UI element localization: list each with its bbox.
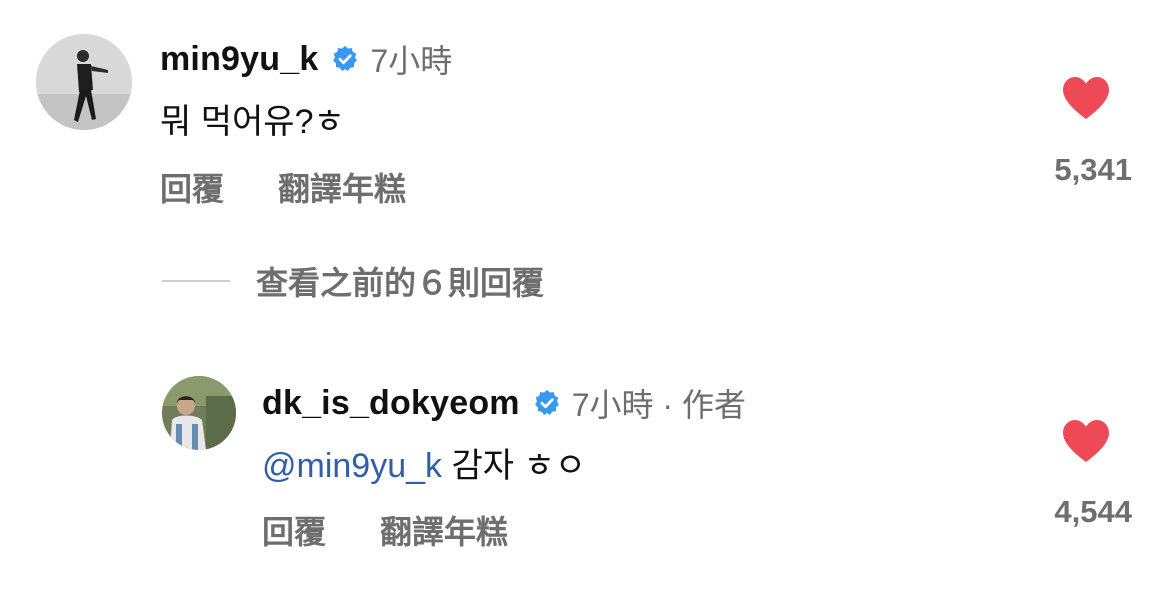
timestamp: 7小時 bbox=[370, 43, 453, 79]
mention-link[interactable]: @min9yu_k bbox=[262, 447, 442, 485]
heart-filled-icon[interactable] bbox=[1061, 418, 1111, 464]
like-count: 5,341 bbox=[1054, 152, 1132, 187]
view-previous-label: 查看之前的６則回覆 bbox=[256, 265, 545, 301]
verified-badge-icon bbox=[532, 388, 562, 418]
comment-text: 뭐 먹어유?ㅎ bbox=[160, 103, 345, 141]
username[interactable]: min9yu_k bbox=[160, 40, 318, 79]
heart-filled-icon[interactable] bbox=[1061, 75, 1111, 121]
reply-actions: 回覆 翻譯年糕 bbox=[262, 507, 508, 553]
view-previous-replies[interactable]: 查看之前的６則回覆 bbox=[162, 258, 544, 304]
like-count: 4,544 bbox=[1054, 494, 1132, 529]
comment-header: min9yu_k 7小時 bbox=[160, 36, 452, 82]
verified-badge-icon bbox=[330, 44, 360, 74]
comment-actions: 回覆 翻譯年糕 bbox=[160, 164, 406, 210]
translate-button[interactable]: 翻譯年糕 bbox=[380, 507, 508, 553]
translate-button[interactable]: 翻譯年糕 bbox=[278, 164, 406, 210]
reply-message: 감자 ㅎㅇ bbox=[442, 447, 587, 485]
username[interactable]: dk_is_dokyeom bbox=[262, 384, 520, 423]
avatar-photo bbox=[36, 34, 132, 130]
divider-line bbox=[162, 280, 230, 282]
reply-header: dk_is_dokyeom 7小時 · 作者 bbox=[262, 380, 746, 426]
avatar[interactable] bbox=[162, 376, 236, 450]
avatar-photo bbox=[162, 376, 236, 450]
reply-text: @min9yu_k 감자 ㅎㅇ bbox=[262, 438, 586, 487]
reply-button[interactable]: 回覆 bbox=[160, 164, 224, 210]
reply-button[interactable]: 回覆 bbox=[262, 507, 326, 553]
avatar[interactable] bbox=[36, 34, 132, 130]
timestamp: 7小時 · 作者 bbox=[571, 387, 746, 423]
